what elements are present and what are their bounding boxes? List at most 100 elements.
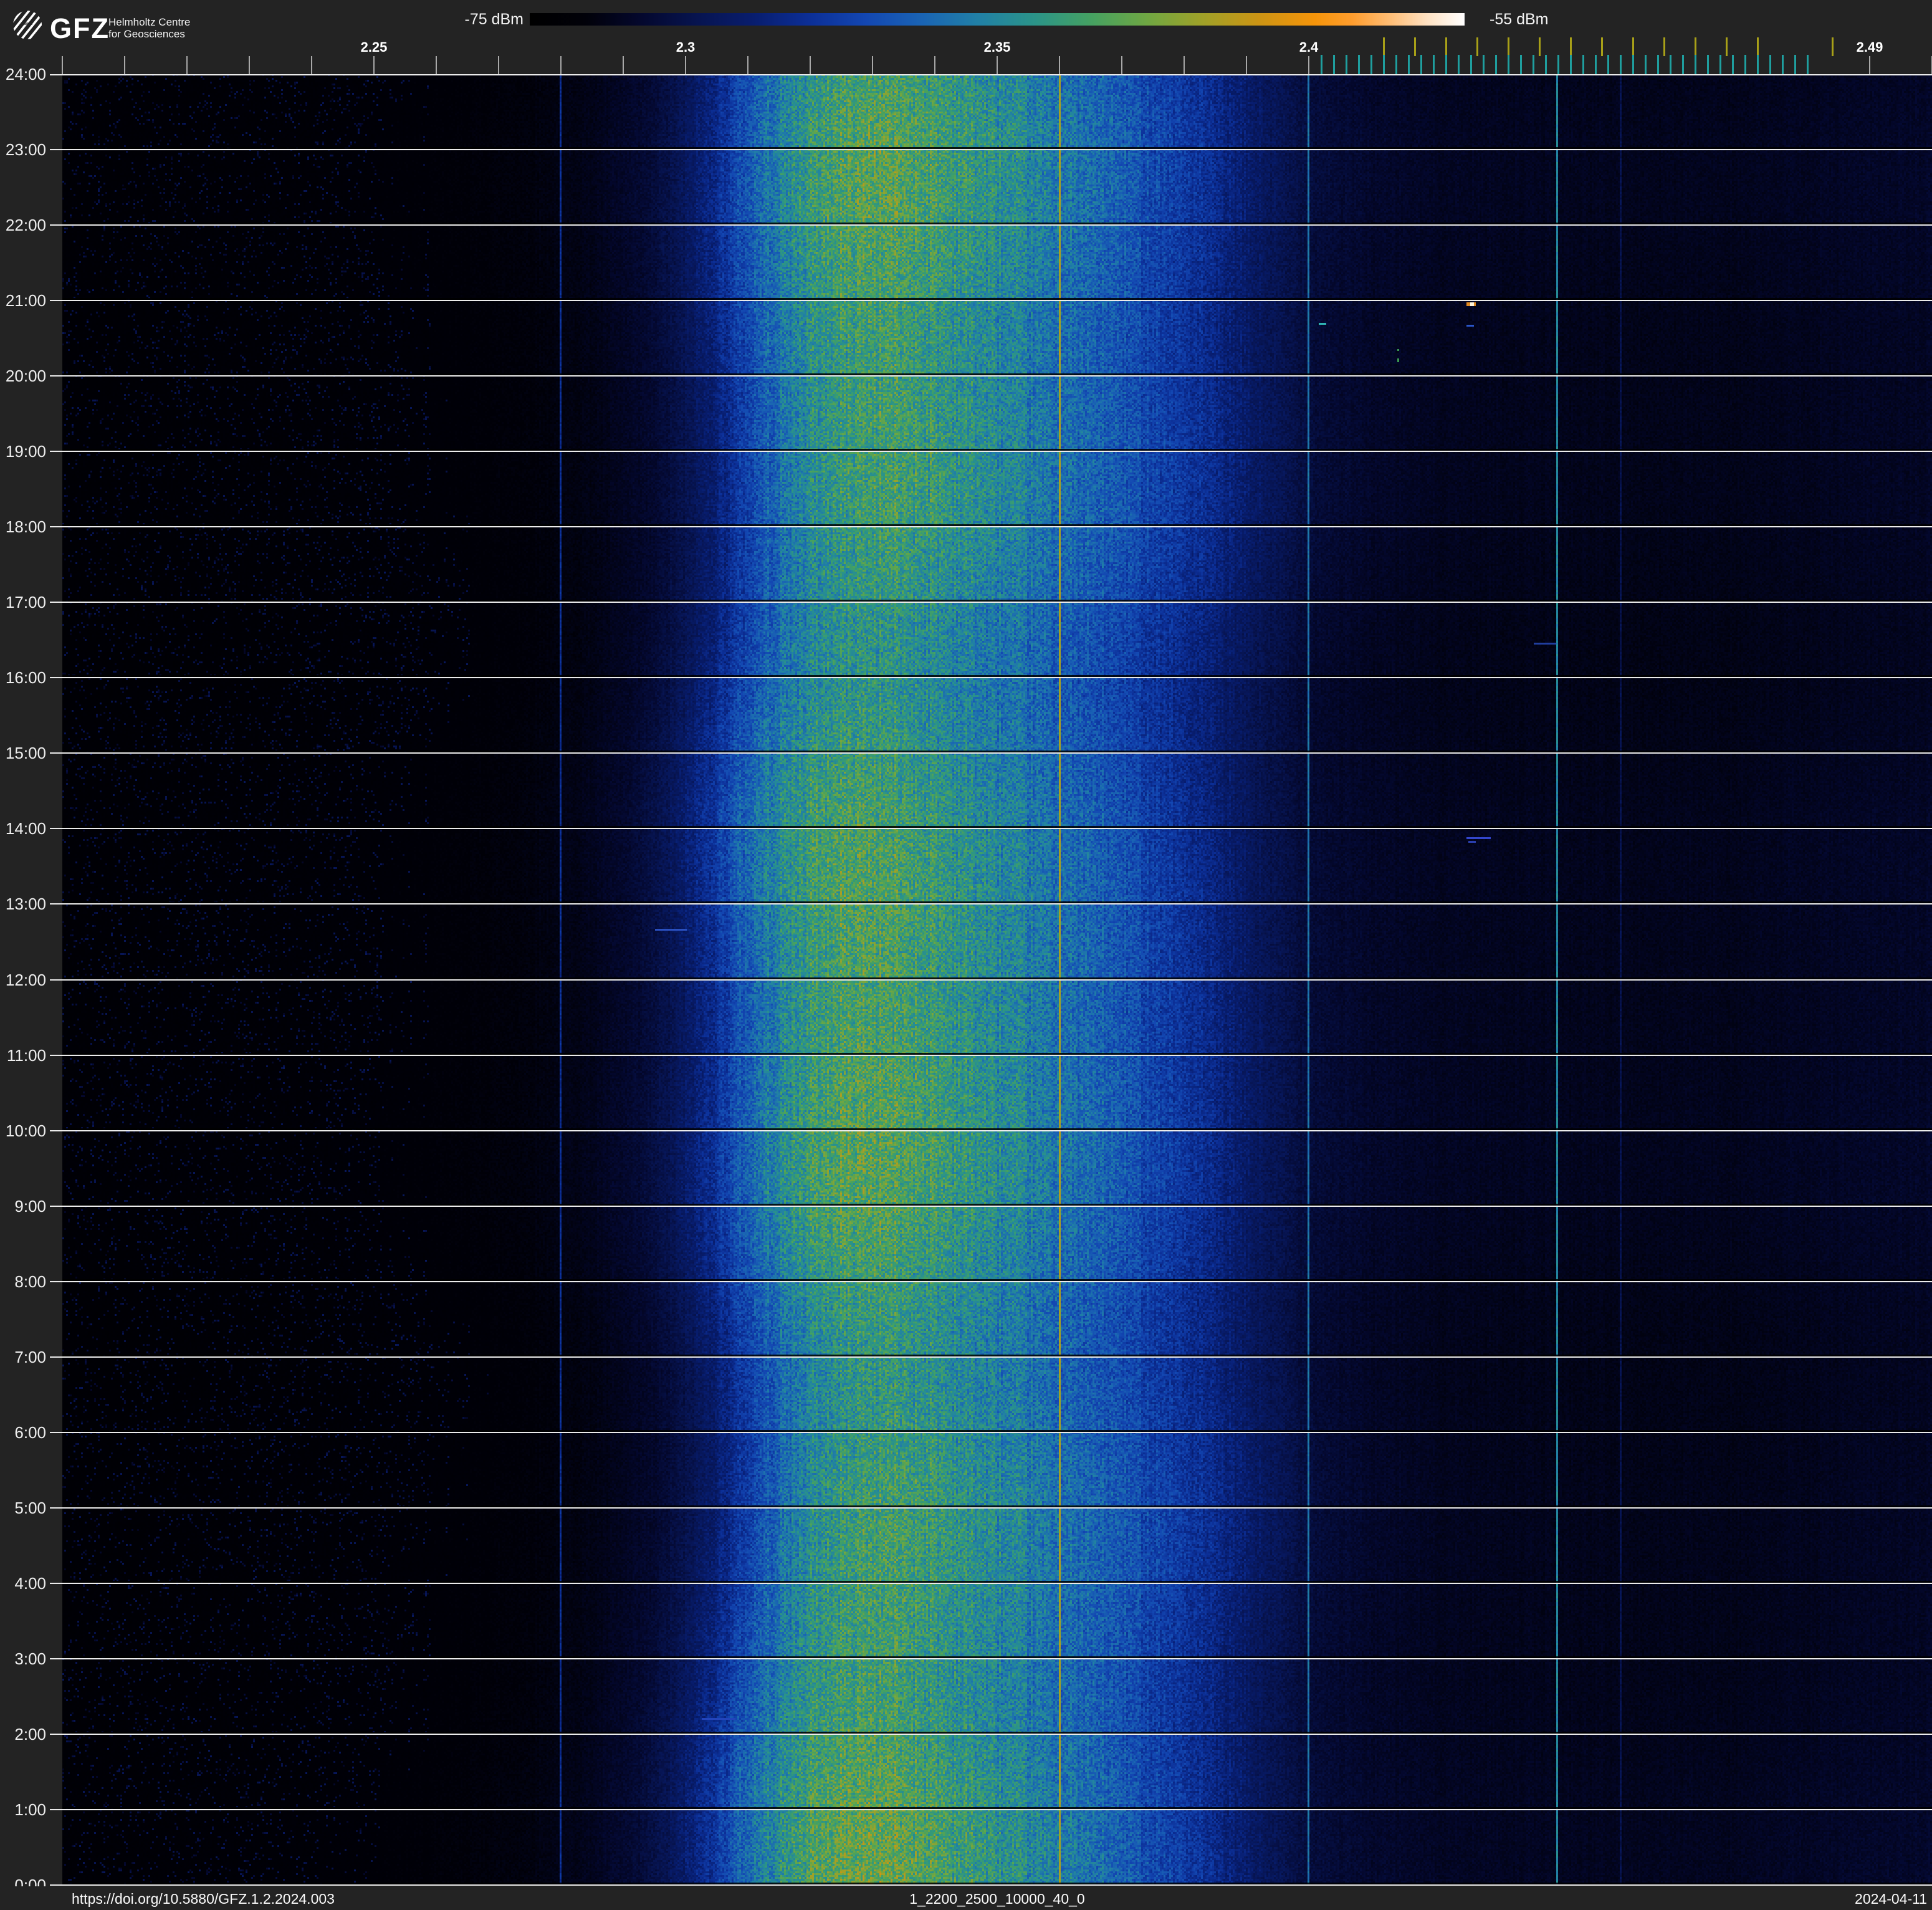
time-label: 15:00: [5, 744, 46, 763]
freq-tick: [685, 56, 686, 74]
spectrogram-canvas: [62, 74, 1932, 1885]
time-label: 6:00: [14, 1423, 46, 1442]
ble-channel-tick: [1769, 55, 1771, 74]
ble-channel-tick: [1781, 55, 1784, 74]
ble-channel-tick: [1557, 55, 1559, 74]
freq-tick: [249, 56, 250, 74]
freq-tick: [311, 56, 312, 74]
ble-channel-tick: [1731, 55, 1734, 74]
freq-tick: [872, 56, 873, 74]
freq-tick: [934, 56, 935, 74]
ble-channel-tick: [1494, 55, 1497, 74]
ble-channel-tick: [1632, 55, 1634, 74]
ble-channel-tick: [1507, 55, 1509, 74]
wifi-channel-tick: [1632, 37, 1634, 56]
freq-tick: [1121, 56, 1122, 74]
freq-tick: [810, 56, 811, 74]
time-label: 9:00: [14, 1196, 46, 1216]
freq-label: 2.4: [1299, 39, 1319, 55]
freq-tick: [623, 56, 624, 74]
ble-channel-tick: [1445, 55, 1447, 74]
ble-channel-tick: [1407, 55, 1410, 74]
ble-channel-tick: [1345, 55, 1347, 74]
freq-tick: [560, 56, 562, 74]
wifi-channel-tick: [1756, 37, 1759, 56]
time-label: 24:00: [5, 65, 46, 84]
frequency-axis: 2.25 2.3 2.35 2.4 2.49: [0, 0, 1932, 74]
wifi-channel-tick: [1831, 37, 1834, 56]
time-label: 1:00: [14, 1800, 46, 1819]
freq-tick: [1308, 56, 1309, 74]
time-label: 7:00: [14, 1347, 46, 1366]
ble-channel-tick: [1457, 55, 1460, 74]
ble-channel-tick: [1744, 55, 1746, 74]
time-label: 18:00: [5, 517, 46, 537]
freq-tick: [997, 56, 998, 74]
ble-channel-tick: [1544, 55, 1547, 74]
time-label: 23:00: [5, 140, 46, 160]
freq-tick: [373, 56, 375, 74]
time-label: 16:00: [5, 668, 46, 688]
time-label: 8:00: [14, 1272, 46, 1291]
ble-channel-tick: [1719, 55, 1721, 74]
wifi-channel-tick: [1600, 37, 1603, 56]
time-label: 5:00: [14, 1498, 46, 1517]
ble-channel-tick: [1794, 55, 1796, 74]
ble-channel-tick: [1332, 55, 1335, 74]
time-label: 2:00: [14, 1724, 46, 1744]
ble-channel-tick: [1594, 55, 1597, 74]
ble-channel-tick: [1607, 55, 1609, 74]
time-label: 11:00: [6, 1045, 46, 1065]
ble-channel-tick: [1694, 55, 1696, 74]
ble-channel-tick: [1370, 55, 1372, 74]
wifi-channel-tick: [1538, 37, 1541, 56]
ble-channel-tick: [1756, 55, 1759, 74]
ble-channel-tick: [1582, 55, 1584, 74]
freq-tick: [62, 56, 63, 74]
wifi-channel-tick: [1507, 37, 1509, 56]
wifi-channel-tick: [1569, 37, 1572, 56]
footer: https://doi.org/10.5880/GFZ.1.2.2024.003…: [0, 1886, 1932, 1910]
freq-tick: [186, 56, 188, 74]
wifi-channel-tick: [1725, 37, 1728, 56]
ble-channel-tick: [1681, 55, 1684, 74]
time-label: 22:00: [5, 216, 46, 235]
time-label: 17:00: [5, 593, 46, 612]
time-label: 4:00: [14, 1573, 46, 1593]
freq-label: 2.25: [360, 39, 388, 55]
ble-channel-tick: [1706, 55, 1709, 74]
time-label: 12:00: [5, 970, 46, 989]
time-label: 10:00: [5, 1121, 46, 1140]
wifi-channel-tick: [1445, 37, 1447, 56]
ble-channel-tick: [1470, 55, 1472, 74]
doi-link[interactable]: https://doi.org/10.5880/GFZ.1.2.2024.003: [72, 1891, 335, 1908]
time-label: 21:00: [5, 291, 46, 310]
ble-channel-tick: [1532, 55, 1534, 74]
time-label: 13:00: [5, 895, 46, 914]
time-label: 20:00: [5, 367, 46, 386]
ble-channel-tick: [1644, 55, 1647, 74]
ble-channel-tick: [1669, 55, 1671, 74]
time-axis: 24:00 23:00 22:00 21:00 20:00 19:00 18:00 17:00…: [0, 0, 49, 1910]
ble-channel-tick: [1657, 55, 1659, 74]
ble-channel-tick: [1382, 55, 1385, 74]
wifi-channel-tick: [1476, 37, 1478, 56]
dataset-id: 1_2200_2500_10000_40_0: [909, 1891, 1085, 1907]
freq-tick: [1059, 56, 1060, 74]
date-label: 2024-04-11: [1855, 1891, 1927, 1907]
ble-channel-tick: [1420, 55, 1422, 74]
freq-tick: [1184, 56, 1185, 74]
wifi-channel-tick: [1413, 37, 1416, 56]
ble-channel-tick: [1519, 55, 1522, 74]
time-label: 19:00: [5, 442, 46, 461]
wifi-channel-tick: [1382, 37, 1385, 56]
wifi-channel-tick: [1663, 37, 1665, 56]
freq-label: 2.3: [676, 39, 696, 55]
ble-channel-tick: [1357, 55, 1360, 74]
freq-tick: [436, 56, 437, 74]
time-label: 14:00: [5, 819, 46, 838]
freq-tick: [124, 56, 125, 74]
ble-channel-tick: [1619, 55, 1622, 74]
freq-label: 2.35: [983, 39, 1011, 55]
ble-channel-tick: [1569, 55, 1572, 74]
